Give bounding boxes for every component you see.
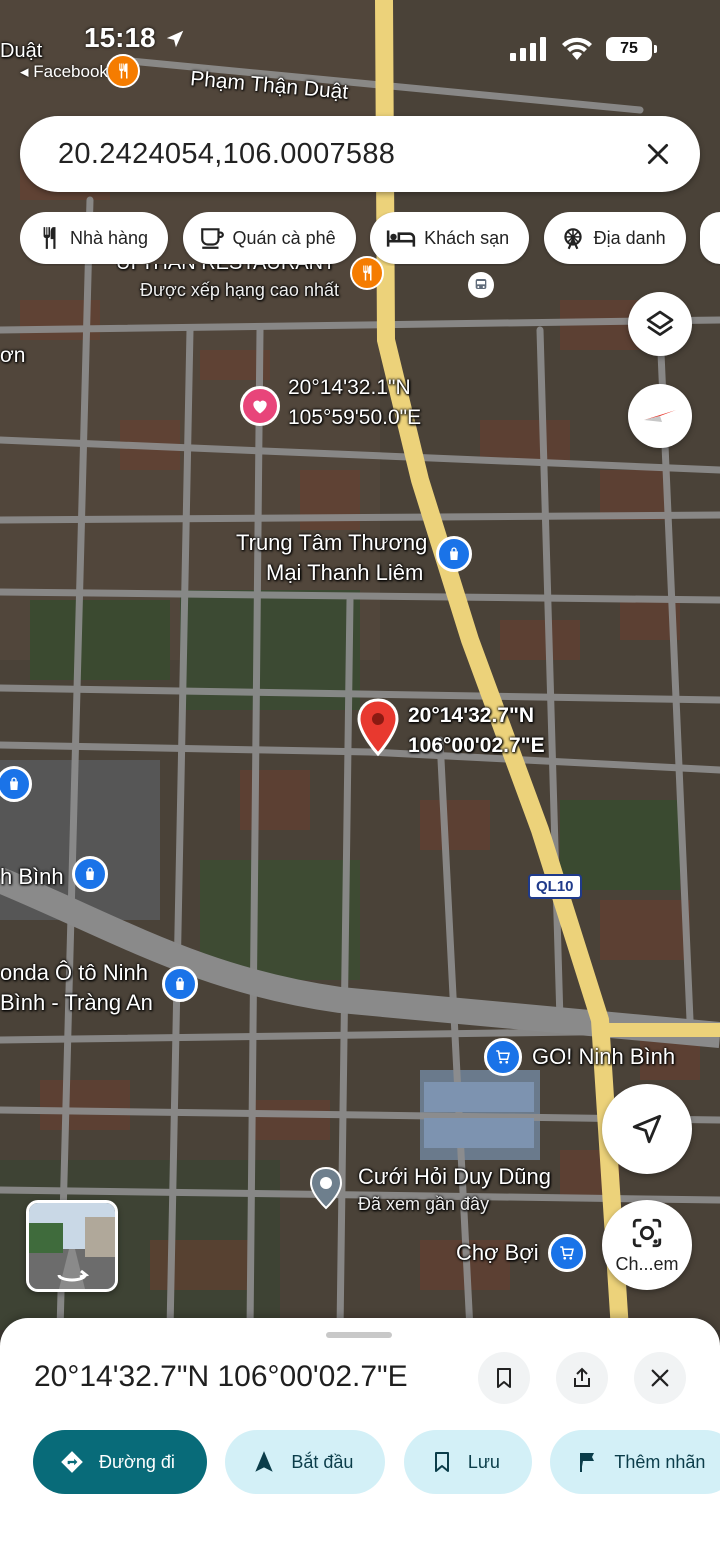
chip-landmarks[interactable]: Địa danh [543, 212, 686, 264]
chip-cafes[interactable]: Quán cà phê [182, 212, 356, 264]
poi-honda-line1[interactable]: onda Ô tô Ninh [0, 960, 148, 986]
restaurant-rating-note: Được xếp hạng cao nhất [140, 280, 339, 300]
share-button[interactable] [556, 1352, 608, 1404]
shopping-cart-icon [496, 1050, 510, 1064]
poi-cuoi-hoi[interactable]: Cưới Hỏi Duy Dũng [358, 1164, 551, 1190]
poi-ninh-binh-left[interactable]: h Bình [0, 864, 64, 890]
chip-label: Khách sạn [424, 227, 510, 248]
fork-knife-icon [119, 63, 128, 79]
flag-icon [580, 1453, 595, 1472]
recent-pin-icon [309, 1166, 343, 1210]
navigation-arrow-icon [255, 1451, 274, 1472]
bus-stop-marker[interactable] [468, 272, 494, 298]
recent-place-marker[interactable] [308, 1166, 344, 1210]
restaurant-pin-top[interactable] [106, 54, 140, 88]
sheet-drag-handle[interactable] [326, 1332, 392, 1338]
location-pin-icon [357, 698, 399, 757]
camera-search-icon [632, 1218, 662, 1247]
bus-icon [475, 279, 487, 289]
shopping-bag-icon [86, 867, 94, 880]
place-bottom-sheet[interactable]: 20°14'32.7"N 106°00'02.7"E Đường đi Bắt … [0, 1318, 720, 1564]
close-icon [651, 1369, 669, 1387]
directions-button[interactable]: Đường đi [33, 1430, 207, 1494]
shopping-marker-trung-tam[interactable] [436, 536, 472, 572]
wifi-icon [562, 37, 592, 60]
street-view-image [29, 1203, 115, 1289]
bookmark-icon [497, 1368, 511, 1388]
poi-cho-boi[interactable]: Chợ Bợi [456, 1240, 539, 1266]
dropped-pin[interactable] [356, 698, 400, 758]
road-shield-label: QL10 [536, 878, 574, 895]
my-location-button[interactable] [602, 1084, 692, 1174]
clear-search-button[interactable] [638, 134, 678, 174]
navigation-arrow-icon [632, 1114, 662, 1144]
google-lens-button[interactable]: Ch...em [602, 1200, 692, 1290]
bed-icon [386, 230, 416, 247]
location-arrow-icon [164, 28, 186, 55]
saved-place-marker[interactable] [240, 386, 280, 426]
status-time: 15:18 [84, 22, 156, 53]
shopping-cart-marker-cho-boi[interactable] [548, 1234, 586, 1272]
poi-honda-line2[interactable]: Bình - Tràng An [0, 990, 153, 1016]
bookmark-icon [434, 1452, 449, 1472]
ferris-wheel-icon [563, 228, 582, 250]
add-label-label: Thêm nhãn [614, 1451, 706, 1472]
status-indicators: 75 [508, 36, 657, 62]
directions-label: Đường đi [99, 1451, 175, 1472]
search-input[interactable]: 20.2424054,106.0007588 [58, 138, 638, 171]
category-chips: Nhà hàng Quán cà phê Khách sạn Địa danh [20, 212, 720, 266]
search-bar[interactable]: 20.2424054,106.0007588 [20, 116, 700, 192]
shopping-marker-honda[interactable] [162, 966, 198, 1002]
shopping-marker-ninh-binh[interactable] [72, 856, 108, 892]
chip-label: Nhà hàng [70, 227, 149, 248]
layers-button[interactable] [628, 292, 692, 356]
save-label: Lưu [467, 1451, 500, 1472]
saved-place-lng: 105°59'50.0"E [288, 406, 422, 429]
poi-trung-tam-line1[interactable]: Trung Tâm Thương [236, 530, 427, 556]
shopping-cart-marker-go[interactable] [484, 1038, 522, 1076]
start-button[interactable]: Bắt đầu [225, 1430, 386, 1494]
chip-more[interactable] [700, 212, 720, 264]
chip-hotels[interactable]: Khách sạn [370, 212, 530, 264]
dropped-pin-lat: 20°14'32.7"N [408, 704, 535, 727]
place-title: 20°14'32.7"N 106°00'02.7"E [34, 1360, 408, 1393]
cellular-signal-icon [510, 37, 546, 61]
poi-go-ninh-binh[interactable]: GO! Ninh Bình [532, 1044, 675, 1070]
heart-icon [253, 400, 267, 414]
poi-cuoi-hoi-note: Đã xem gần đây [358, 1194, 490, 1214]
road-shield-ql10: QL10 [528, 874, 582, 899]
start-label: Bắt đầu [291, 1451, 354, 1472]
add-label-button[interactable]: Thêm nhãn [550, 1430, 720, 1494]
battery-level: 75 [620, 40, 638, 57]
shopping-cart-icon [560, 1246, 574, 1260]
street-label-duat: Duật [0, 40, 43, 62]
poi-trung-tam-line2[interactable]: Mại Thanh Liêm [266, 560, 423, 586]
battery-icon: 75 [606, 37, 657, 61]
lens-label: Ch...em [615, 1253, 679, 1274]
action-buttons: Đường đi Bắt đầu Lưu Thêm nhãn [33, 1430, 720, 1498]
shopping-bag-icon [10, 777, 18, 790]
share-icon [574, 1367, 590, 1387]
fork-knife-icon [363, 265, 372, 281]
street-view-thumbnail[interactable] [26, 1200, 118, 1292]
fork-knife-icon [43, 227, 56, 249]
chip-label: Quán cà phê [232, 227, 336, 248]
directions-icon [61, 1451, 83, 1473]
compass-icon [644, 410, 676, 422]
chip-restaurants[interactable]: Nhà hàng [20, 212, 169, 264]
layers-icon [646, 310, 674, 336]
chip-label: Địa danh [593, 227, 666, 248]
save-bookmark-button[interactable] [478, 1352, 530, 1404]
compass-button[interactable] [628, 384, 692, 448]
coffee-cup-icon [200, 228, 224, 249]
street-label-fragment: ơn [0, 344, 26, 367]
shopping-bag-icon [176, 977, 184, 990]
shopping-bag-icon [450, 547, 458, 560]
close-sheet-button[interactable] [634, 1352, 686, 1404]
close-icon [647, 143, 669, 165]
dropped-pin-lng: 106°00'02.7"E [408, 734, 545, 757]
back-to-app-link[interactable]: ◂ Facebook [20, 62, 108, 82]
save-button[interactable]: Lưu [403, 1430, 532, 1494]
saved-place-lat: 20°14'32.1"N [288, 376, 411, 399]
